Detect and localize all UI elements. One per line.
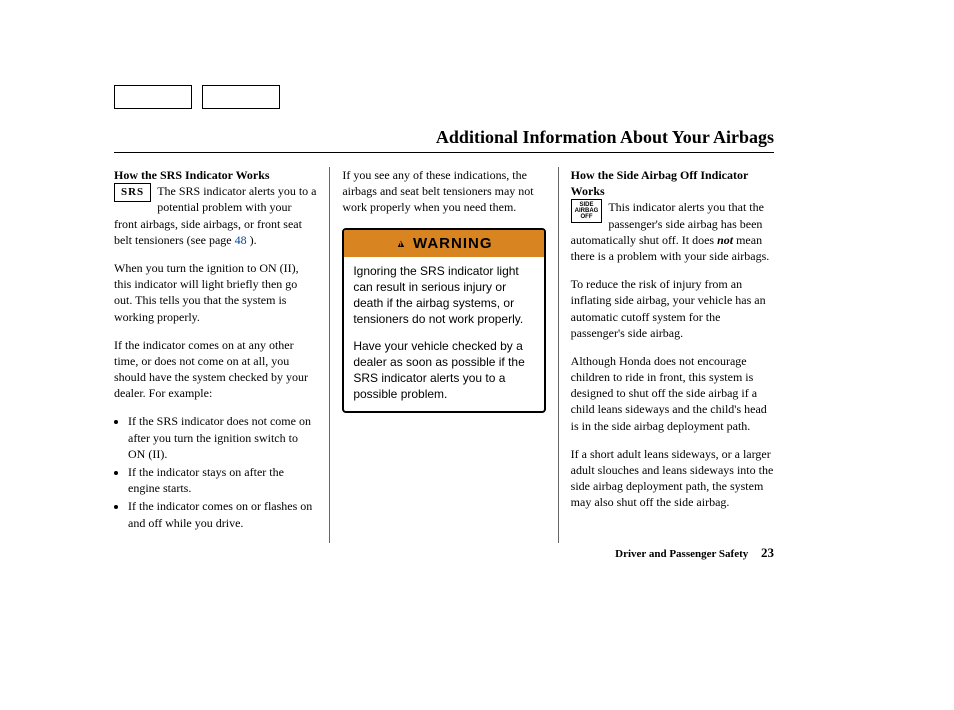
page-footer: Driver and Passenger Safety 23	[114, 545, 774, 561]
footer-page-number: 23	[761, 545, 774, 560]
col1-heading: How the SRS Indicator Works	[114, 167, 317, 183]
col1-bullet-2: If the indicator stays on after the engi…	[128, 464, 317, 496]
warning-header: ▲!WARNING	[344, 230, 543, 257]
page-link-48[interactable]: 48	[235, 233, 247, 247]
warning-body: Ignoring the SRS indicator light can res…	[344, 257, 543, 412]
col3-p4: If a short adult leans sideways, or a la…	[571, 446, 774, 511]
column-2: If you see any of these indications, the…	[330, 167, 558, 543]
warning-p1: Ignoring the SRS indicator light can res…	[353, 263, 534, 328]
footer-section: Driver and Passenger Safety	[615, 548, 748, 560]
col3-p2: To reduce the risk of injury from an inf…	[571, 276, 774, 341]
col1-bullet-list: If the SRS indicator does not come on af…	[114, 413, 317, 530]
warning-triangle-icon: ▲!	[395, 237, 411, 252]
col1-bullet-1: If the SRS indicator does not come on af…	[128, 413, 317, 462]
col1-intro: SRS The SRS indicator alerts you to a po…	[114, 183, 317, 248]
column-3: How the Side Airbag Off Indicator Works …	[559, 167, 774, 543]
page-title: Additional Information About Your Airbag…	[114, 127, 774, 148]
side-airbag-off-icon: SIDE AIRBAG OFF	[571, 199, 603, 223]
col1-p3: If the indicator comes on at any other t…	[114, 337, 317, 402]
col1-p2: When you turn the ignition to ON (II), t…	[114, 260, 317, 325]
page-content: Additional Information About Your Airbag…	[114, 85, 774, 543]
col1-bullet-3: If the indicator comes on or flashes on …	[128, 498, 317, 530]
warning-label: WARNING	[413, 235, 493, 252]
col3-p3: Although Honda does not encourage childr…	[571, 353, 774, 434]
col3-heading: How the Side Airbag Off Indicator Works	[571, 167, 774, 199]
col2-p1: If you see any of these indications, the…	[342, 167, 545, 216]
nav-box-1[interactable]	[114, 85, 192, 109]
chip-line-3: OFF	[580, 214, 592, 220]
top-nav-boxes	[114, 85, 774, 109]
srs-indicator-icon: SRS	[114, 183, 151, 202]
nav-box-2[interactable]	[202, 85, 280, 109]
col1-intro-end: ).	[247, 233, 257, 247]
col3-intro: SIDE AIRBAG OFF This indicator alerts yo…	[571, 199, 774, 264]
warning-box: ▲!WARNING Ignoring the SRS indicator lig…	[342, 228, 545, 414]
title-rule	[114, 152, 774, 153]
warning-p2: Have your vehicle checked by a dealer as…	[353, 338, 534, 403]
column-1: How the SRS Indicator Works SRS The SRS …	[114, 167, 330, 543]
columns-container: How the SRS Indicator Works SRS The SRS …	[114, 167, 774, 543]
col3-not-word: not	[717, 233, 733, 247]
